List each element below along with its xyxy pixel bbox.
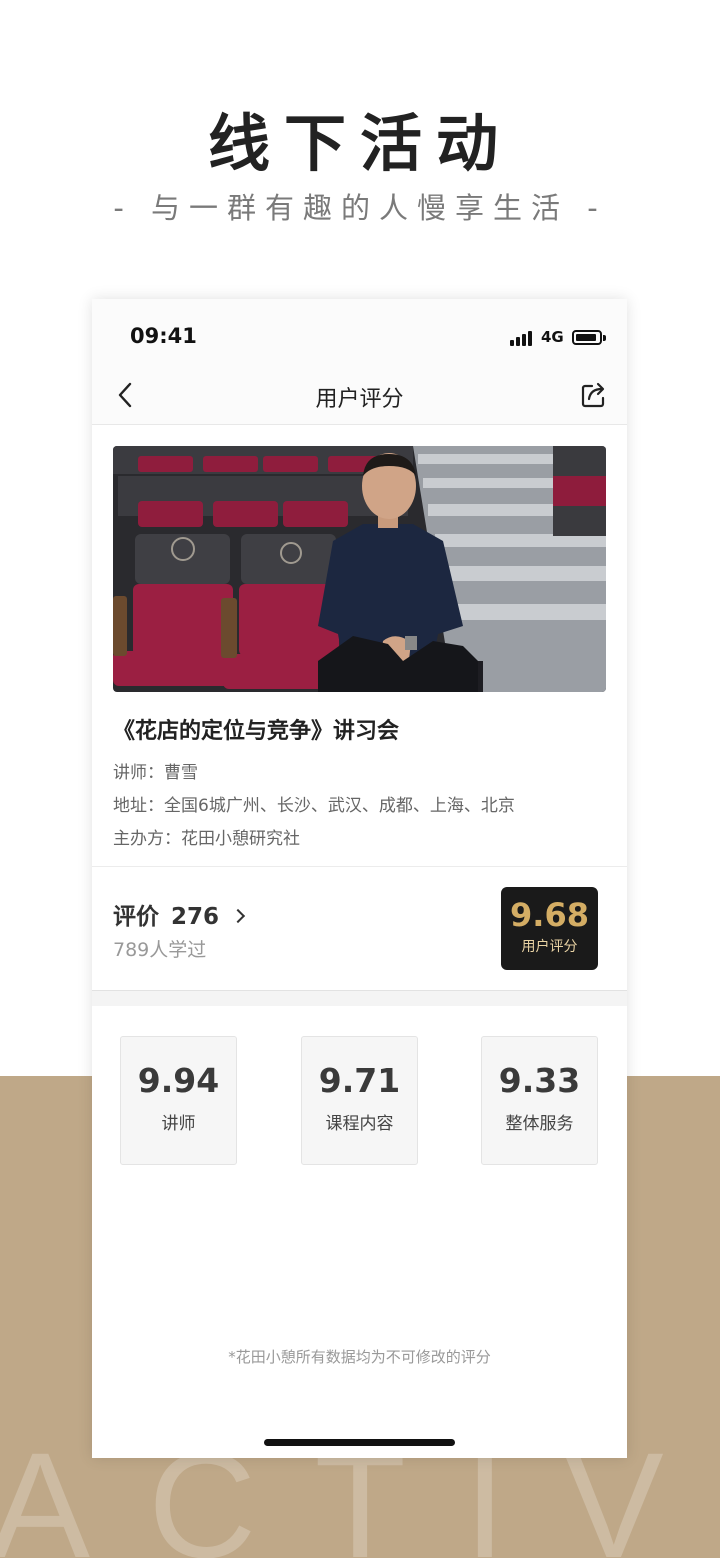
navigation-bar: 用户评分	[92, 369, 627, 425]
reviews-label: 评价	[113, 904, 159, 930]
score-card-value: 9.33	[498, 1061, 581, 1100]
divider	[92, 866, 627, 867]
score-card-label: 课程内容	[325, 1114, 394, 1134]
overall-score-label: 用户评分	[521, 939, 578, 955]
network-type: 4G	[541, 328, 564, 346]
organizer-text: 主办方：花田小憩研究社	[113, 829, 300, 849]
score-card-lecturer: 9.94 讲师	[120, 1036, 237, 1165]
phone-screen: 09:41 4G 用户评分 《花店的定位与竞争》讲习会 讲师：曹雪 地址：全国6…	[92, 299, 627, 1458]
overall-score-value: 9.68	[510, 896, 589, 934]
share-icon[interactable]	[580, 379, 608, 409]
score-card-content: 9.71 课程内容	[301, 1036, 418, 1165]
course-title: 《花店的定位与竞争》讲习会	[113, 719, 400, 744]
address-text: 地址：全国6城广州、长沙、武汉、成都、上海、北京	[113, 796, 515, 816]
score-card-label: 讲师	[161, 1114, 196, 1134]
promo-headline: 线下活动	[207, 107, 512, 180]
score-card-value: 9.94	[137, 1061, 220, 1100]
status-time: 09:41	[130, 324, 197, 348]
reviews-count: 276	[171, 904, 220, 930]
course-photo	[113, 446, 606, 692]
data-footnote: *花田小憩所有数据均为不可修改的评分	[228, 1348, 491, 1366]
score-card-service: 9.33 整体服务	[481, 1036, 598, 1165]
lecturer-text: 讲师：曹雪	[113, 763, 198, 783]
page-title: 用户评分	[315, 387, 404, 412]
chevron-right-icon	[230, 908, 246, 924]
battery-icon	[572, 330, 606, 345]
section-separator	[92, 990, 627, 1006]
status-bar: 09:41 4G	[92, 299, 627, 369]
learned-count: 789人学过	[113, 939, 207, 961]
score-card-label: 整体服务	[505, 1114, 574, 1134]
overall-score-badge: 9.68 用户评分	[501, 887, 598, 970]
reviews-link[interactable]: 评价 276	[113, 897, 246, 931]
score-card-value: 9.71	[318, 1061, 401, 1100]
signal-icon	[510, 330, 536, 346]
home-indicator[interactable]	[264, 1439, 455, 1446]
promo-subline: - 与一群有趣的人慢享生活 -	[113, 191, 607, 225]
